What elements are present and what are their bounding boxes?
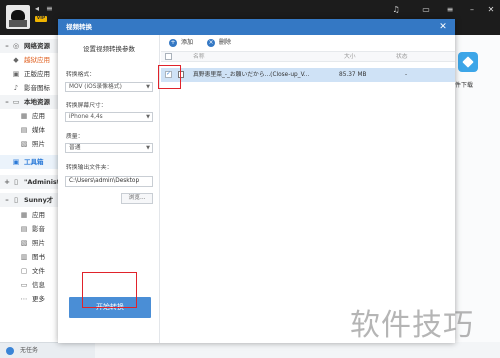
quality-label: 质量：: [66, 134, 84, 140]
device-icon: ▯: [14, 178, 18, 186]
media-icon: ▤: [20, 225, 28, 233]
output-label: 转换输出文件夹：: [66, 165, 113, 171]
sidebar-item-label: 照片: [32, 239, 45, 247]
chevron-down-icon: ▼: [146, 84, 150, 90]
user-avatar[interactable]: [6, 5, 30, 29]
sidebar-item-label: 图书: [32, 253, 45, 261]
photo-icon: ▧: [20, 239, 28, 247]
avatar-body: [9, 20, 27, 27]
sidebar-item-label: "Administ: [24, 178, 60, 186]
status-bar: 无任务: [0, 342, 95, 358]
table-row[interactable]: ✓ 真野恵里菜_-_お願いだから...(Close-up_V... 85.37 …: [161, 68, 455, 82]
device-icon: ▯: [14, 196, 18, 204]
book-icon: ▥: [20, 253, 28, 261]
sidebar-item-label: 照片: [32, 140, 45, 148]
music-note-icon: ♪: [13, 84, 19, 92]
chevron-down-icon: ▼: [146, 114, 150, 120]
status-icon: [6, 347, 14, 355]
browse-button[interactable]: 浏览...: [121, 193, 153, 204]
quality-value: 普通: [69, 145, 81, 151]
menu-list-icon[interactable]: ≡: [46, 5, 54, 13]
list-toolbar: + 添加 × 删除: [161, 35, 455, 51]
sidebar-item-label: 应用: [32, 211, 45, 219]
sidebar-item-label: 应用: [32, 112, 45, 120]
vip-badge: VIP: [35, 16, 47, 22]
highlight-box-start: [82, 272, 137, 308]
window-close-icon[interactable]: ✕: [485, 4, 497, 16]
dialog-close-icon[interactable]: ✕: [437, 21, 449, 33]
sidebar-item-label: 影音图标: [24, 84, 50, 92]
delete-label: 删除: [219, 39, 232, 46]
more-icon: ⋯: [20, 295, 28, 303]
add-icon: +: [169, 39, 177, 47]
sidebar-item-label: 信息: [32, 281, 45, 289]
row-file-size: 85.37 MB: [339, 72, 367, 78]
size-select[interactable]: iPhone 4,4s ▼: [65, 112, 153, 122]
apps-icon: ◆: [13, 56, 19, 64]
media-icon: ▤: [20, 126, 28, 134]
dialog-title: 视频转换: [58, 19, 455, 35]
download-label: 件下载: [455, 82, 474, 89]
back-arrow-icon[interactable]: ◂: [35, 5, 43, 13]
globe-icon: ◎: [12, 42, 20, 50]
quality-select[interactable]: 普通 ▼: [65, 143, 153, 153]
menu-icon[interactable]: ≡: [444, 4, 456, 16]
row-status: -: [405, 72, 408, 78]
sidebar-item-label: 工具箱: [24, 158, 44, 166]
message-icon: ▭: [20, 281, 28, 289]
sidebar-item-label: 网络资源: [24, 42, 50, 50]
row-file-name: 真野恵里菜_-_お願いだから...(Close-up_V...: [193, 72, 310, 78]
skin-icon[interactable]: ▭: [420, 4, 432, 16]
sidebar-item-label: 更多: [32, 295, 45, 303]
sidebar-item-label: 正版应用: [24, 70, 50, 78]
size-label: 转换屏幕尺寸：: [66, 103, 107, 109]
format-select[interactable]: MOV (iOS录像格式) ▼: [65, 82, 153, 92]
apps-icon: ▣: [12, 70, 20, 78]
sidebar-item-label: 越狱应用: [24, 56, 50, 64]
settings-title: 设置视频转换参数: [83, 45, 135, 53]
apps-icon: ▦: [20, 112, 28, 120]
expand-icon: +: [4, 178, 10, 186]
format-label: 转换格式：: [66, 72, 95, 78]
sidebar-item-label: 本地资源: [24, 98, 50, 106]
music-icon[interactable]: ♫: [390, 4, 402, 16]
chevron-down-icon: ▼: [146, 145, 150, 151]
download-cube-icon[interactable]: [458, 52, 478, 72]
column-name: 名称: [193, 54, 205, 60]
file-icon: ▢: [20, 267, 28, 275]
format-value: MOV (iOS录像格式): [69, 84, 122, 90]
collapse-icon: –: [5, 98, 9, 106]
photo-icon: ▧: [20, 140, 28, 148]
select-all-checkbox[interactable]: [165, 53, 172, 60]
delete-icon: ×: [207, 39, 215, 47]
apps-icon: ▦: [20, 211, 28, 219]
list-header: 名称 大小 状态: [161, 51, 455, 62]
column-size: 大小: [344, 54, 356, 60]
delete-button[interactable]: × 删除: [207, 38, 231, 48]
avatar-face: [11, 10, 25, 20]
status-text: 无任务: [20, 347, 39, 354]
sidebar-item-label: 文件: [32, 267, 45, 275]
collapse-icon: –: [5, 42, 9, 50]
sidebar-item-label: 影音: [32, 225, 45, 233]
size-value: iPhone 4,4s: [69, 114, 103, 120]
minimize-icon[interactable]: –: [466, 4, 478, 16]
highlight-box-checkbox: [158, 65, 181, 89]
watermark-text: 软件技巧: [350, 308, 474, 343]
add-button[interactable]: + 添加: [169, 38, 193, 48]
output-folder-input[interactable]: C:\Users\admin\Desktop: [65, 176, 153, 187]
column-status: 状态: [396, 54, 408, 60]
add-label: 添加: [181, 39, 194, 46]
toolbox-icon: ▣: [12, 158, 20, 166]
collapse-icon: –: [5, 196, 9, 204]
sidebar-item-label: Sunny才: [24, 196, 54, 204]
computer-icon: ▭: [12, 98, 20, 106]
sidebar-item-label: 媒体: [32, 126, 45, 134]
